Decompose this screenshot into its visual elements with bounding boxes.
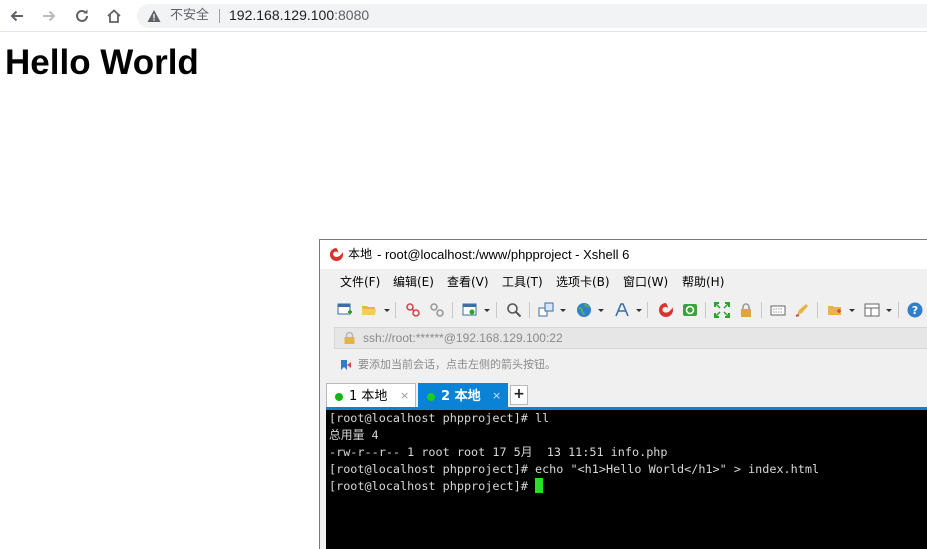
properties-dropdown-caret[interactable] [484,309,490,312]
toolbar-divider [761,302,762,318]
toolbar-divider [705,302,706,318]
page-heading: Hello World [5,43,199,82]
new-session-icon[interactable] [337,302,353,318]
home-icon [107,9,121,23]
reload-icon [76,9,88,22]
toolbar-divider [898,302,899,318]
transfer-dropdown-caret[interactable] [560,309,566,312]
session-hint-text: 要添加当前会话，点击左侧的箭头按钮。 [358,358,556,371]
address-bar[interactable]: 不安全 192.168.129.100:8080 [137,4,927,28]
url-port: :8080 [334,7,370,23]
fullscreen-icon[interactable] [714,302,730,318]
globe-dropdown-caret[interactable] [598,309,604,312]
help-icon[interactable]: ? [907,302,923,318]
bookmark-arrow-icon[interactable] [340,359,352,371]
session-tabs: 1 本地 × 2 本地 × + [326,383,927,408]
search-icon[interactable] [506,302,522,318]
connected-status-icon [427,393,435,401]
warning-icon[interactable] [147,9,161,23]
arrow-right-icon [43,10,56,22]
xshell-swirl-icon[interactable] [658,302,674,318]
back-button[interactable] [7,6,27,26]
terminal-line: -rw-r--r-- 1 root root 17 5月 13 11:51 in… [329,445,668,459]
tab-session-2[interactable]: 2 本地 × [418,383,508,408]
url-text[interactable]: 192.168.129.100:8080 [229,6,369,25]
keyboard-icon[interactable] [770,302,786,318]
highlight-pen-icon[interactable] [794,302,810,318]
toolbar-divider [452,302,453,318]
xshell-logo-icon [329,247,344,262]
terminal-line: [root@localhost phpproject]# echo "<h1>H… [329,462,820,476]
url-host: 192.168.129.100 [229,7,335,23]
layout-dropdown-caret[interactable] [886,309,892,312]
window-title-prefix: 本地 [348,247,373,261]
disconnect-icon[interactable] [429,302,445,318]
close-icon[interactable]: × [400,388,409,404]
folder-dropdown-caret[interactable] [849,309,855,312]
font-icon[interactable] [614,302,630,318]
window-title: - root@localhost:/www/phpproject - Xshel… [377,247,630,262]
xftp-icon[interactable] [682,302,698,318]
properties-icon[interactable] [462,302,478,318]
lock-icon [344,332,355,344]
tab-session-1[interactable]: 1 本地 × [326,383,416,408]
connected-status-icon [335,393,343,401]
xshell-titlebar[interactable]: 本地 - root@localhost:/www/phpproject - Xs… [320,240,927,269]
xshell-window: 本地 - root@localhost:/www/phpproject - Xs… [319,239,927,549]
toolbar-divider [647,302,648,318]
terminal-prompt: [root@localhost phpproject]# [329,479,535,493]
terminal-cursor [534,478,543,493]
toolbar-divider [529,302,530,318]
arrow-left-icon [10,10,23,22]
reload-button[interactable] [72,6,92,26]
session-address-bar[interactable]: ssh://root:******@192.168.129.100:22 [334,327,927,349]
security-status[interactable]: 不安全 [170,7,209,25]
toolbar: ? [320,296,927,324]
lock-toolbar-icon[interactable] [738,302,754,318]
omnibox-divider [219,9,220,23]
svg-text:?: ? [912,304,918,317]
tab-label: 2 本地 [441,389,481,404]
menu-file[interactable]: 文件(F) [340,274,380,290]
open-dropdown-caret[interactable] [384,309,390,312]
terminal-line: [root@localhost phpproject]# ll [329,411,550,425]
menu-help[interactable]: 帮助(H) [682,274,724,290]
transfer-icon[interactable] [538,302,554,318]
layout-icon[interactable] [864,302,880,318]
terminal-prompt-line: [root@localhost phpproject]# [329,478,927,495]
toolbar-divider [496,302,497,318]
menu-window[interactable]: 窗口(W) [623,274,668,290]
home-button[interactable] [104,6,124,26]
close-icon[interactable]: × [492,388,501,404]
font-dropdown-caret[interactable] [636,309,642,312]
add-folder-icon[interactable] [827,302,843,318]
toolbar-divider [395,302,396,318]
tab-label: 1 本地 [349,389,388,404]
menu-tab[interactable]: 选项卡(B) [556,274,610,290]
menu-edit[interactable]: 编辑(E) [393,274,434,290]
add-tab-button[interactable]: + [510,385,528,405]
menu-bar: 文件(F) 编辑(E) 查看(V) 工具(T) 选项卡(B) 窗口(W) 帮助(… [320,270,927,294]
globe-icon[interactable] [576,302,592,318]
connect-icon[interactable] [405,302,421,318]
open-folder-icon[interactable] [361,302,377,318]
menu-tools[interactable]: 工具(T) [502,274,543,290]
terminal[interactable]: [root@localhost phpproject]# ll 总用量 4 -r… [326,410,927,549]
browser-toolbar: 不安全 192.168.129.100:8080 [0,0,927,32]
forward-button[interactable] [39,6,59,26]
terminal-line: 总用量 4 [329,428,379,442]
session-address-text: ssh://root:******@192.168.129.100:22 [363,331,563,345]
toolbar-divider [817,302,818,318]
menu-view[interactable]: 查看(V) [447,274,489,290]
session-hint-bar: 要添加当前会话，点击左侧的箭头按钮。 [334,353,927,377]
